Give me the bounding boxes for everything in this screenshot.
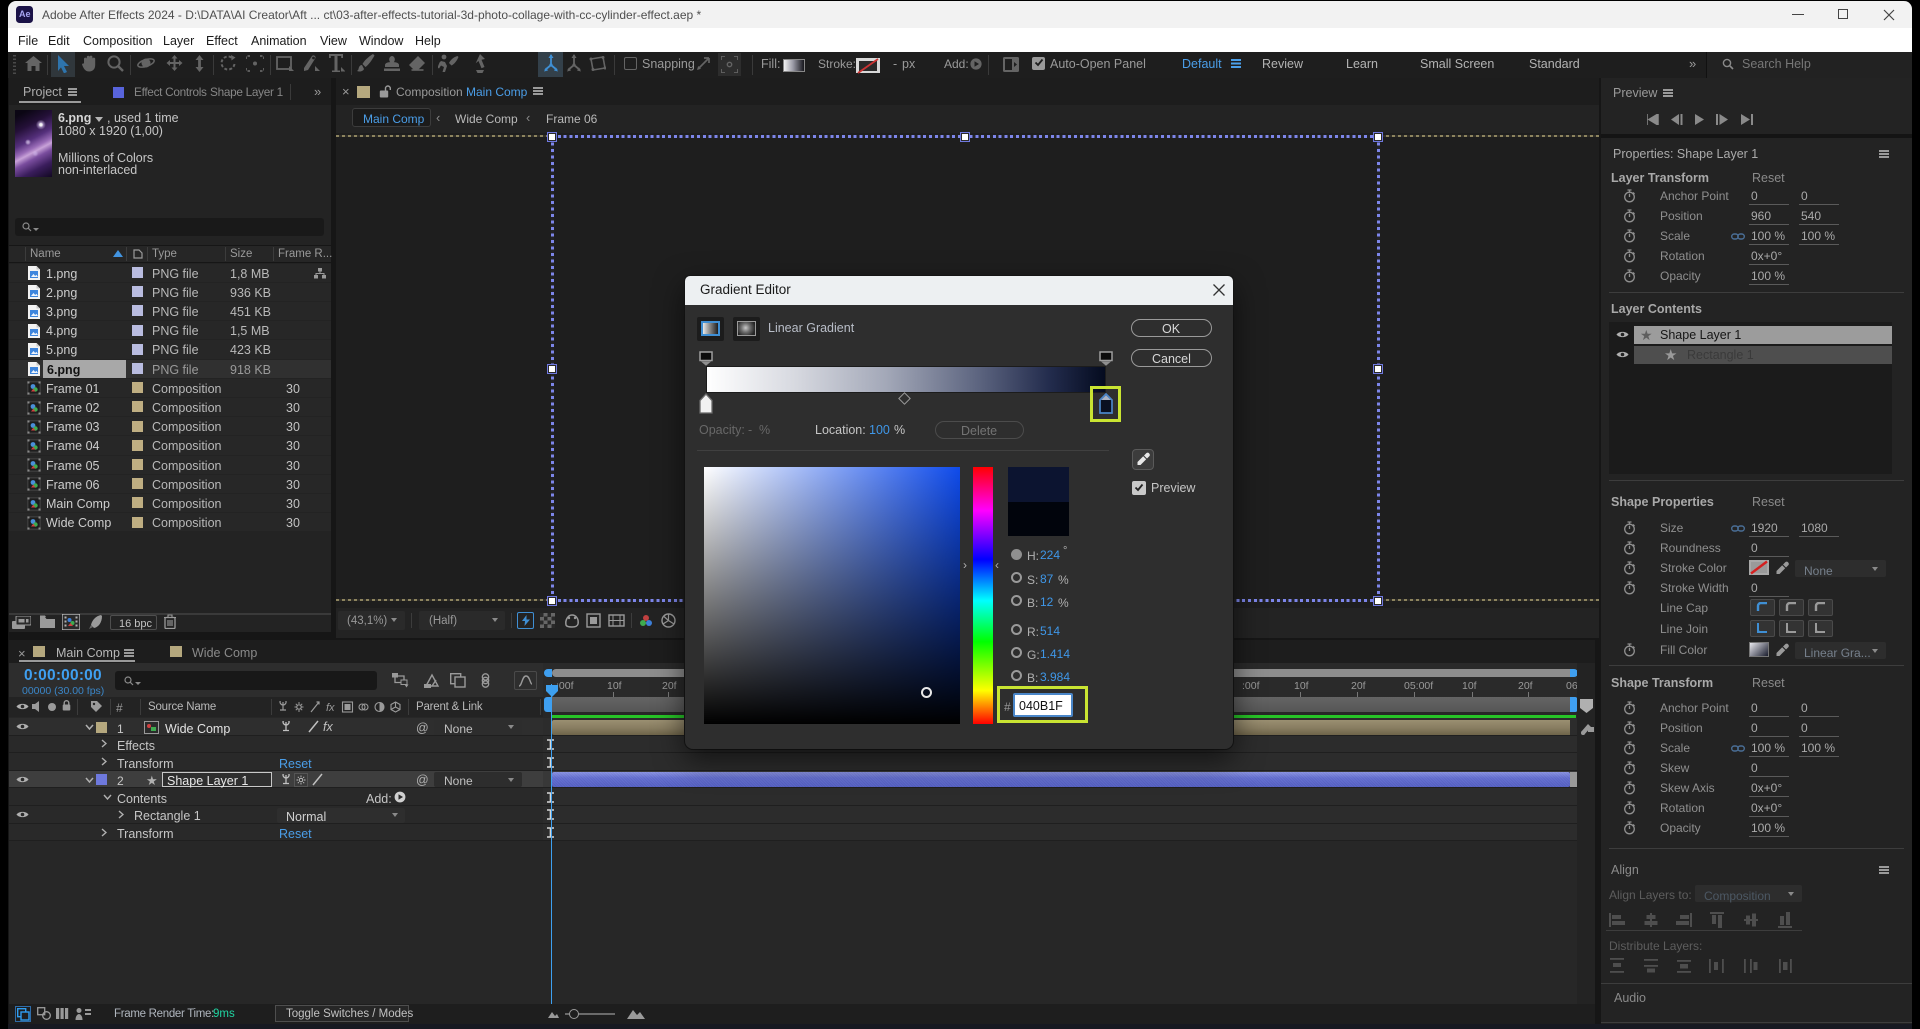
- svg-text:fx: fx: [326, 702, 335, 714]
